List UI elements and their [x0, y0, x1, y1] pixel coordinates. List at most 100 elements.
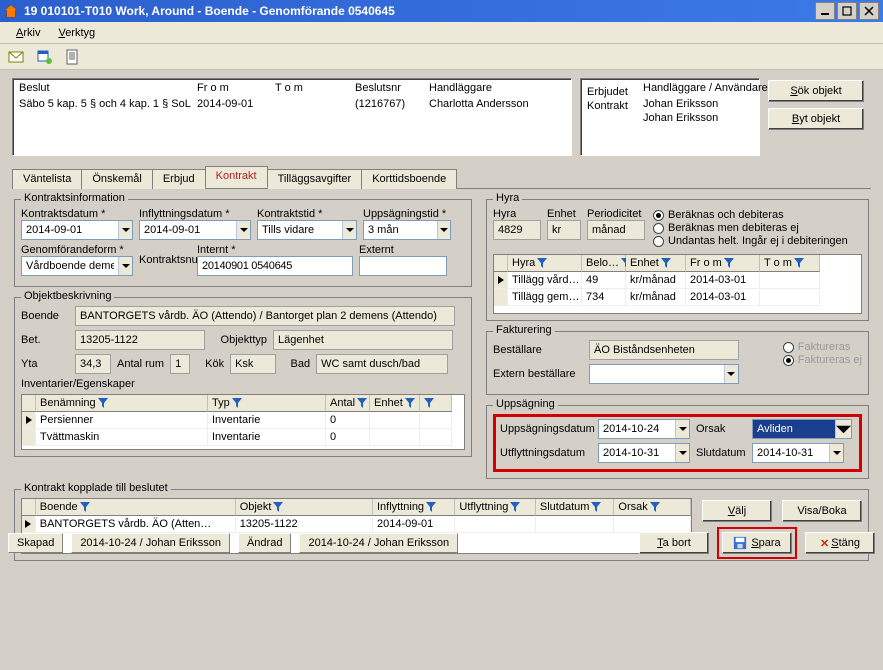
tab-bar: Väntelista Önskemål Erbjud Kontrakt Till…	[12, 166, 871, 189]
filter-icon[interactable]	[405, 398, 415, 408]
filter-icon[interactable]	[510, 502, 520, 512]
tab-onskemal[interactable]: Önskemål	[81, 169, 153, 189]
tab-erbjud[interactable]: Erbjud	[152, 169, 206, 189]
filter-icon[interactable]	[357, 398, 367, 408]
filter-icon[interactable]	[794, 258, 804, 268]
objekttyp-value: Lägenhet	[273, 330, 453, 350]
chevron-down-icon[interactable]	[236, 221, 250, 239]
yta-value: 34,3	[75, 354, 111, 374]
col-from: Fr o m	[197, 81, 263, 97]
period-value: månad	[587, 220, 645, 240]
boende-value: BANTORGETS vårdb. ÄO (Attendo) / Bantorg…	[75, 306, 455, 326]
chevron-down-icon[interactable]	[118, 221, 132, 239]
filter-icon[interactable]	[650, 502, 660, 512]
hyra-table[interactable]: Hyra Belo… Enhet Fr o m T o m Tillägg vå…	[493, 254, 862, 314]
group-uppsagning: Uppsägning Uppsägningsdatum Orsak Avlide…	[486, 405, 869, 479]
uppsagningstid-select[interactable]	[363, 220, 451, 240]
visa-boka-button[interactable]: Visa/Boka	[782, 500, 862, 522]
toolbar	[0, 44, 883, 70]
title-bar: 19 010101-T010 Work, Around - Boende - G…	[0, 0, 883, 22]
maximize-button[interactable]	[837, 2, 857, 20]
externt-input[interactable]	[359, 256, 447, 276]
col-handlaggare: Handläggare	[429, 81, 547, 97]
document-icon[interactable]	[64, 49, 80, 65]
search-object-button[interactable]: Sök objekt	[768, 80, 864, 102]
orsak-select[interactable]: Avliden	[752, 419, 852, 439]
radio-undantas[interactable]: Undantas helt. Ingår ej i debiteringen	[653, 235, 862, 247]
row-pointer-icon	[25, 416, 33, 424]
menu-bar: Arkiv Verktyg	[0, 22, 883, 44]
filter-icon[interactable]	[426, 502, 436, 512]
filter-icon[interactable]	[591, 502, 601, 512]
minimize-button[interactable]	[815, 2, 835, 20]
chevron-down-icon[interactable]	[675, 420, 689, 438]
radio-beraknas-debiteras[interactable]: Beräknas och debiteras	[653, 209, 862, 221]
chevron-down-icon[interactable]	[675, 444, 689, 462]
table-row[interactable]: Tillägg gem…734kr/månad2014-03-01	[494, 289, 861, 306]
filter-icon[interactable]	[273, 502, 283, 512]
valj-button[interactable]: Välj	[702, 500, 772, 522]
decision-info-panel: BeslutSäbo 5 kap. 5 § och 4 kap. 1 § SoL…	[12, 78, 572, 156]
hyra-value: 4829	[493, 220, 541, 240]
col-tom: T o m	[275, 81, 343, 97]
change-object-button[interactable]: Byt objekt	[768, 108, 864, 130]
extern-bestallare-select[interactable]	[589, 364, 739, 384]
tab-tillaggsavgifter[interactable]: Tilläggsavgifter	[267, 169, 363, 189]
filter-icon[interactable]	[232, 398, 242, 408]
status-skapad-label: Skapad	[8, 533, 63, 553]
utflyttningsdatum-input[interactable]	[598, 443, 690, 463]
filter-icon[interactable]	[98, 398, 108, 408]
antal-rum-value: 1	[170, 354, 190, 374]
close-page-button[interactable]: ✕Stäng	[805, 532, 875, 554]
col-handlaggare-anvandare: Handläggare / Användare	[643, 81, 749, 97]
table-row[interactable]: Tillägg vård…49kr/månad2014-03-01	[494, 272, 861, 289]
radio-faktureras: Faktureras	[783, 341, 862, 353]
filter-icon[interactable]	[661, 258, 671, 268]
enhet-value: kr	[547, 220, 581, 240]
filter-icon[interactable]	[424, 398, 434, 408]
kok-value: Ksk	[230, 354, 276, 374]
kontraktstid-select[interactable]	[257, 220, 357, 240]
group-hyra: Hyra Hyra 4829 Enhet kr	[486, 199, 869, 321]
tab-korttidsboende[interactable]: Korttidsboende	[361, 169, 457, 189]
slutdatum-input[interactable]	[752, 443, 844, 463]
internt-input[interactable]	[197, 256, 353, 276]
filter-icon[interactable]	[80, 502, 90, 512]
menu-tools[interactable]: Verktyg	[50, 25, 103, 41]
bad-value: WC samt dusch/bad	[316, 354, 448, 374]
uppsagningsdatum-input[interactable]	[598, 419, 690, 439]
chevron-down-icon[interactable]	[118, 257, 132, 275]
delete-button[interactable]: Ta bort	[639, 532, 709, 554]
group-kontraktsinformation: Kontraktsinformation Kontraktsdatum * In…	[14, 199, 472, 287]
chevron-down-icon[interactable]	[342, 221, 356, 239]
table-row[interactable]: PersiennerInventarie0	[22, 412, 464, 429]
kontraktsdatum-input[interactable]	[21, 220, 133, 240]
save-button[interactable]: Spara	[722, 532, 792, 554]
status-skapad-value: 2014-10-24 / Johan Eriksson	[71, 533, 230, 553]
chevron-down-icon[interactable]	[829, 444, 843, 462]
menu-file[interactable]: Arkiv	[8, 25, 48, 41]
chevron-down-icon[interactable]	[724, 365, 738, 383]
radio-faktureras-ej: Faktureras ej	[783, 354, 862, 366]
radio-beraknas-ej-debiteras[interactable]: Beräknas men debiteras ej	[653, 222, 862, 234]
inflyttningsdatum-input[interactable]	[139, 220, 251, 240]
close-button[interactable]	[859, 2, 879, 20]
chevron-down-icon[interactable]	[437, 221, 450, 239]
col-beslutsnr: Beslutsnr	[355, 81, 417, 97]
tab-vantelista[interactable]: Väntelista	[12, 169, 82, 189]
inventory-table[interactable]: Benämning Typ Antal Enhet PersiennerInve…	[21, 394, 465, 450]
highlight-save: Spara	[717, 527, 797, 559]
filter-icon[interactable]	[537, 258, 547, 268]
group-fakturering: Fakturering Beställare ÄO Biståndsenhete…	[486, 331, 869, 395]
row-pointer-icon	[497, 276, 505, 284]
chevron-down-icon[interactable]	[835, 420, 851, 438]
tab-kontrakt[interactable]: Kontrakt	[205, 166, 268, 188]
window-title: 19 010101-T010 Work, Around - Boende - G…	[24, 4, 815, 18]
table-row[interactable]: TvättmaskinInventarie0	[22, 429, 464, 446]
group-objektbeskrivning: Objektbeskrivning Boende BANTORGETS vård…	[14, 297, 472, 457]
new-window-icon[interactable]	[36, 49, 52, 65]
filter-icon[interactable]	[724, 258, 734, 268]
save-icon	[733, 536, 747, 550]
genomforandeform-select[interactable]	[21, 256, 133, 276]
mail-icon[interactable]	[8, 49, 24, 65]
